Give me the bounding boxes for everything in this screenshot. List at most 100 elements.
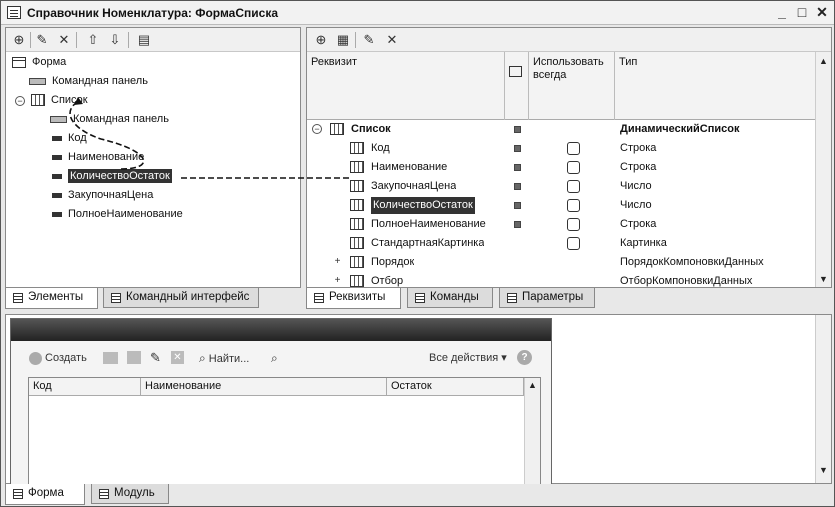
expand-toggle-icon[interactable]: +: [333, 257, 342, 267]
delete-mark-icon[interactable]: ✕: [171, 351, 184, 364]
create-button[interactable]: Создать: [29, 350, 87, 366]
header-form-column[interactable]: [505, 52, 529, 120]
find-button[interactable]: ⌕ Найти...: [199, 350, 249, 366]
collapse-toggle-icon[interactable]: −: [15, 96, 25, 106]
in-form-marker-icon: [514, 221, 521, 228]
close-window-button[interactable]: ✕: [813, 4, 831, 21]
tree-item-code[interactable]: Код: [52, 129, 87, 148]
tree-item-purchase-price[interactable]: ЗакупочнаяЦена: [52, 186, 153, 205]
tree-item-label: Наименование: [68, 151, 145, 163]
copy-icon[interactable]: [127, 351, 141, 364]
grid-row[interactable]: + Порядок ПорядокКомпоновкиДанных: [307, 253, 831, 272]
grid-row[interactable]: КоличествоОстаток Число: [307, 196, 831, 215]
header-use-always[interactable]: Использовать всегда: [529, 52, 615, 120]
grid-row[interactable]: − Список ДинамическийСписок: [307, 120, 831, 139]
attributes-panel: ⊕ ▦ ✎ ✕ Реквизит Использовать всегда Тип…: [306, 27, 832, 288]
edit-pencil-icon[interactable]: ✎: [150, 350, 161, 366]
tree-item-full-name[interactable]: ПолноеНаименование: [52, 205, 183, 224]
scroll-down-icon[interactable]: ▼: [818, 465, 829, 475]
tree-item-form[interactable]: Форма: [12, 53, 66, 72]
move-down-icon[interactable]: ⇩: [107, 32, 123, 48]
preview-title-bar: [11, 319, 551, 341]
move-up-icon[interactable]: ⇧: [85, 32, 101, 48]
attribute-type: ДинамическийСписок: [620, 123, 740, 135]
grid-row[interactable]: ЗакупочнаяЦена Число: [307, 177, 831, 196]
command-interface-tab-icon: [111, 293, 121, 303]
attribute-name: Код: [371, 142, 390, 154]
create-icon: [29, 351, 42, 365]
form-preview-area: Создать ✎ ✕ ⌕ Найти... ⌕ Все действия ▾ …: [5, 314, 832, 486]
tree-item-quantity-balance[interactable]: КоличествоОстаток: [52, 167, 172, 186]
use-always-checkbox[interactable]: [567, 218, 580, 231]
maximize-button[interactable]: □: [793, 4, 811, 21]
preview-scrollbar[interactable]: ▲: [524, 378, 540, 485]
use-always-checkbox[interactable]: [567, 161, 580, 174]
field-icon: [52, 192, 62, 198]
use-always-checkbox[interactable]: [567, 142, 580, 155]
header-attribute[interactable]: Реквизит: [307, 52, 505, 120]
tab-module[interactable]: Модуль: [91, 484, 169, 504]
expand-toggle-icon[interactable]: +: [333, 276, 342, 286]
attributes-tab-icon: [314, 293, 324, 303]
all-actions-menu[interactable]: Все действия ▾: [429, 350, 507, 366]
field-icon: [52, 211, 62, 217]
form-editor-window: Справочник Номенклатура: ФормаСписка _ □…: [0, 0, 835, 507]
field-icon: [52, 154, 62, 160]
edit-pencil-icon[interactable]: ✎: [34, 32, 50, 48]
use-always-checkbox[interactable]: [567, 199, 580, 212]
attributes-scrollbar[interactable]: ▲ ▼: [815, 52, 831, 287]
table-icon: [350, 180, 364, 192]
add-column-icon[interactable]: ▦: [335, 32, 351, 48]
tab-commands[interactable]: Команды: [407, 288, 493, 308]
attribute-name: Отбор: [371, 275, 404, 287]
scroll-up-icon[interactable]: ▲: [818, 56, 829, 66]
tab-elements[interactable]: Элементы: [5, 288, 98, 309]
in-form-marker-icon: [514, 202, 521, 209]
preview-area-scrollbar[interactable]: ▼: [815, 315, 831, 483]
attributes-toolbar: ⊕ ▦ ✎ ✕: [307, 28, 831, 52]
column-balance[interactable]: Остаток: [387, 378, 524, 396]
table-icon: [330, 123, 344, 135]
tab-parameters[interactable]: Параметры: [499, 288, 595, 308]
tab-command-interface[interactable]: Командный интерфейс: [103, 288, 259, 308]
add-attribute-icon[interactable]: ⊕: [313, 32, 329, 48]
tree-item-list[interactable]: Список: [31, 91, 88, 110]
attribute-name: СтандартнаяКартинка: [371, 237, 485, 249]
attribute-type: Строка: [620, 142, 657, 154]
tree-item-name[interactable]: Наименование: [52, 148, 144, 167]
delete-icon[interactable]: ✕: [384, 32, 400, 48]
grid-row[interactable]: ПолноеНаименование Строка: [307, 215, 831, 234]
tab-form[interactable]: Форма: [5, 484, 85, 505]
properties-icon[interactable]: ▤: [136, 32, 152, 48]
tree-item-command-panel[interactable]: Командная панель: [29, 72, 148, 91]
delete-icon[interactable]: ✕: [56, 32, 72, 48]
grid-row[interactable]: Наименование Строка: [307, 158, 831, 177]
tree-item-list-command-panel[interactable]: Командная панель: [50, 110, 169, 129]
tab-attributes[interactable]: Реквизиты: [306, 288, 401, 309]
collapse-toggle-icon[interactable]: −: [312, 124, 322, 134]
grid-row[interactable]: Код Строка: [307, 139, 831, 158]
tab-label: Параметры: [522, 291, 584, 303]
minimize-button[interactable]: _: [773, 4, 791, 21]
preview-list-table[interactable]: Код Наименование Остаток ▲: [28, 377, 541, 485]
cancel-search-icon[interactable]: ⌕: [271, 350, 278, 366]
grid-row[interactable]: СтандартнаяКартинка Картинка: [307, 234, 831, 253]
grid-row[interactable]: + Отбор ОтборКомпоновкиДанных: [307, 272, 831, 287]
attribute-name: Список: [351, 123, 391, 135]
header-type[interactable]: Тип: [615, 52, 815, 120]
help-icon[interactable]: ?: [517, 350, 532, 365]
in-form-marker-icon: [514, 145, 521, 152]
edit-pencil-icon[interactable]: ✎: [361, 32, 377, 48]
add-icon[interactable]: ⊕: [11, 32, 27, 48]
column-code[interactable]: Код: [29, 378, 141, 396]
table-icon: [350, 199, 364, 211]
use-always-checkbox[interactable]: [567, 237, 580, 250]
use-always-checkbox[interactable]: [567, 180, 580, 193]
column-name[interactable]: Наименование: [141, 378, 387, 396]
command-panel-icon: [50, 115, 67, 123]
scroll-up-icon[interactable]: ▲: [527, 380, 538, 390]
create-folder-icon[interactable]: [103, 352, 118, 364]
scroll-down-icon[interactable]: ▼: [818, 274, 829, 284]
module-tab-icon: [99, 489, 109, 499]
table-icon: [350, 161, 364, 173]
